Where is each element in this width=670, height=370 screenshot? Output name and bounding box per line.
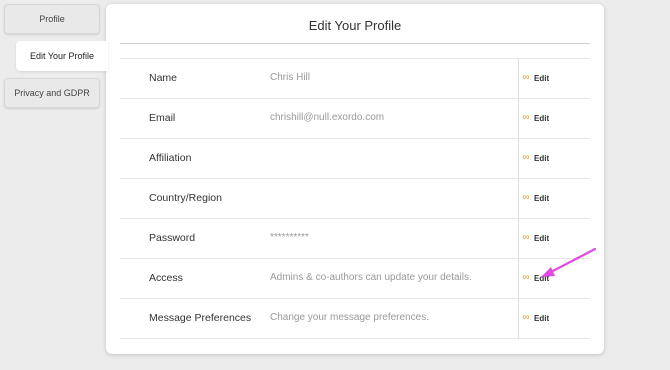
page-title: Edit Your Profile (308, 18, 402, 33)
link-icon: ∞ (522, 192, 530, 203)
row-label: Country/Region (149, 192, 222, 204)
divider (120, 43, 590, 44)
tab-label: Privacy and GDPR (14, 88, 90, 98)
divider (518, 299, 519, 338)
edit-profile-panel: Edit Your Profile Name Chris Hill ∞ Edit… (106, 4, 604, 354)
row-value: ********** (270, 232, 309, 243)
divider (518, 59, 519, 98)
tab-label: Edit Your Profile (29, 51, 95, 61)
profile-row-email: Email chrishill@null.exordo.com ∞ Edit (120, 99, 590, 139)
profile-row-password: Password ********** ∞ Edit (120, 219, 590, 259)
edit-affiliation-button[interactable]: ∞ Edit (520, 153, 549, 163)
row-value: Chris Hill (270, 72, 310, 83)
row-label: Password (149, 232, 196, 244)
row-label: Message Preferences (149, 312, 252, 324)
divider (518, 139, 519, 178)
edit-email-button[interactable]: ∞ Edit (520, 113, 549, 123)
row-value: chrishill@null.exordo.com (270, 112, 385, 123)
divider (518, 99, 519, 138)
link-icon: ∞ (522, 272, 530, 283)
edit-label: Edit (534, 73, 550, 83)
profile-row-country-region: Country/Region ∞ Edit (120, 179, 590, 219)
divider (518, 219, 519, 258)
tab-profile[interactable]: Profile (4, 4, 100, 34)
profile-row-name: Name Chris Hill ∞ Edit (120, 59, 590, 99)
edit-label: Edit (534, 153, 550, 163)
row-value: Admins & co-authors can update your deta… (270, 272, 472, 283)
profile-row-access: Access Admins & co-authors can update yo… (120, 259, 590, 299)
link-icon: ∞ (522, 152, 530, 163)
tab-privacy-and-gdpr[interactable]: Privacy and GDPR (4, 78, 100, 108)
edit-label: Edit (534, 313, 550, 323)
edit-country-region-button[interactable]: ∞ Edit (520, 193, 549, 203)
link-icon: ∞ (522, 312, 530, 323)
link-icon: ∞ (522, 232, 530, 243)
tab-label: Profile (39, 14, 65, 24)
edit-label: Edit (534, 233, 550, 243)
edit-label: Edit (534, 193, 550, 203)
row-label: Affiliation (149, 152, 192, 164)
profile-row-message-preferences: Message Preferences Change your message … (120, 299, 590, 339)
edit-access-button[interactable]: ∞ Edit (520, 273, 549, 283)
profile-fields-list: Name Chris Hill ∞ Edit Email chrishill@n… (120, 58, 590, 339)
link-icon: ∞ (522, 112, 530, 123)
tab-edit-your-profile[interactable]: Edit Your Profile (16, 41, 108, 71)
row-label: Access (149, 272, 183, 284)
link-icon: ∞ (522, 72, 530, 83)
edit-name-button[interactable]: ∞ Edit (520, 73, 549, 83)
row-label: Email (149, 112, 176, 124)
edit-message-preferences-button[interactable]: ∞ Edit (520, 313, 549, 323)
divider (518, 259, 519, 298)
edit-password-button[interactable]: ∞ Edit (520, 233, 549, 243)
profile-row-affiliation: Affiliation ∞ Edit (120, 139, 590, 179)
row-label: Name (149, 72, 178, 84)
divider (518, 179, 519, 218)
edit-label: Edit (534, 273, 550, 283)
row-value: Change your message preferences. (270, 312, 429, 323)
edit-label: Edit (534, 113, 550, 123)
